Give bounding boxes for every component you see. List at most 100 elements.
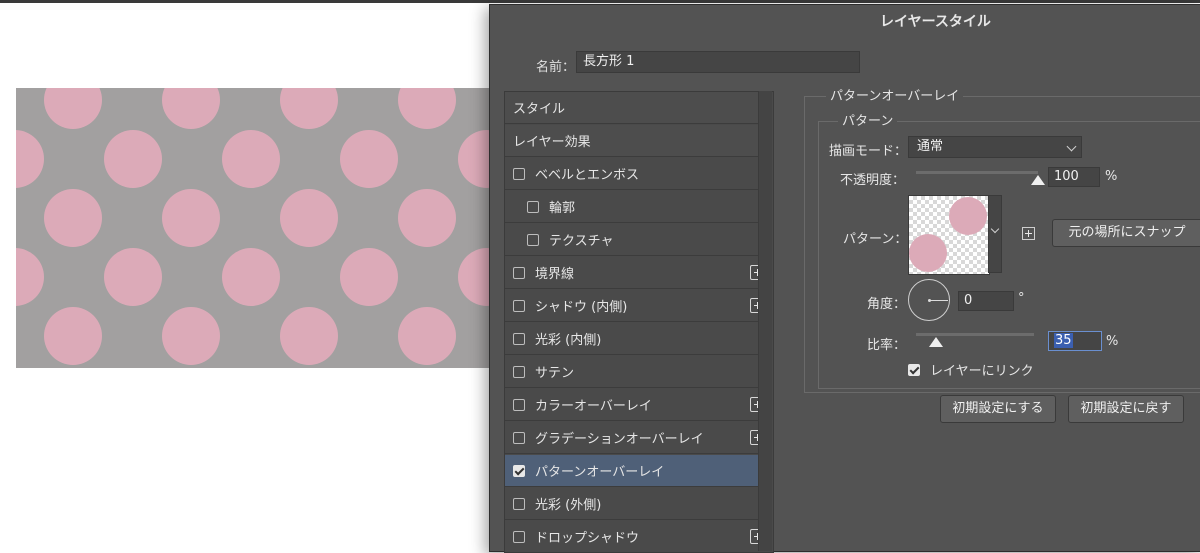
style-list-item-label: ベベルとエンボス: [535, 168, 640, 183]
link-with-layer-checkbox[interactable]: レイヤーにリンク: [908, 360, 1034, 379]
blend-mode-select[interactable]: 通常: [908, 136, 1082, 158]
opacity-percent-sign: %: [1105, 169, 1118, 184]
polka-dot: [398, 88, 456, 129]
pattern-swatch[interactable]: [908, 195, 990, 275]
checkbox-icon[interactable]: [513, 365, 525, 378]
style-list-item[interactable]: 境界線: [505, 257, 771, 289]
checkbox-icon: [908, 363, 920, 376]
style-list-item[interactable]: 光彩 (内側): [505, 323, 771, 355]
polka-dot: [104, 248, 162, 306]
layer-style-dialog: レイヤースタイル 名前： 長方形 1 スタイルレイヤー効果ベベルとエンボス輪郭テ…: [489, 4, 1200, 553]
polka-dot: [16, 248, 44, 306]
style-list-item-label: 光彩 (外側): [535, 498, 602, 513]
style-list-item[interactable]: グラデーションオーバーレイ: [505, 422, 771, 454]
opacity-slider-track[interactable]: [916, 171, 1038, 174]
style-list-item-label: 輪郭: [549, 201, 576, 216]
style-list: スタイルレイヤー効果ベベルとエンボス輪郭テクスチャ境界線シャドウ (内側) 光彩 …: [504, 91, 774, 553]
style-list-item[interactable]: サテン: [505, 356, 771, 388]
name-label: 名前：: [536, 60, 576, 75]
angle-label: 角度：: [867, 297, 907, 312]
chevron-down-icon: [990, 224, 1000, 234]
polka-dot: [162, 307, 220, 365]
style-list-item[interactable]: ベベルとエンボス: [505, 158, 771, 190]
style-list-item-label: ドロップシャドウ: [535, 531, 640, 546]
new-preset-icon[interactable]: [1022, 227, 1035, 240]
degree-sign: °: [1018, 291, 1025, 306]
style-list-item[interactable]: スタイル: [505, 92, 771, 124]
checkbox-icon[interactable]: [513, 497, 525, 510]
style-list-item[interactable]: 輪郭: [505, 191, 771, 223]
polka-dot: [162, 88, 220, 129]
chevron-down-icon: [1066, 141, 1077, 152]
checkbox-icon[interactable]: [513, 464, 525, 477]
style-list-item-label: 境界線: [535, 267, 575, 282]
polka-dot: [280, 307, 338, 365]
checkbox-icon[interactable]: [527, 200, 539, 213]
link-with-layer-label: レイヤーにリンク: [930, 364, 1034, 379]
opacity-input[interactable]: 100: [1048, 167, 1100, 187]
polka-dot: [44, 88, 102, 129]
pattern-picker-dropdown[interactable]: [988, 195, 1002, 273]
polka-dot: [340, 130, 398, 188]
style-list-item[interactable]: ドロップシャドウ: [505, 521, 771, 552]
reset-to-default-button[interactable]: 初期設定に戻す: [1068, 395, 1184, 423]
scale-input[interactable]: 35: [1048, 331, 1102, 351]
style-list-item-label: シャドウ (内側): [535, 300, 628, 315]
scale-slider-track[interactable]: [916, 333, 1034, 336]
style-list-item-label: カラーオーバーレイ: [535, 399, 652, 414]
style-list-item-label: テクスチャ: [549, 234, 614, 249]
checkbox-icon[interactable]: [513, 398, 525, 411]
angle-dial-icon[interactable]: [908, 279, 950, 321]
style-list-item[interactable]: シャドウ (内側): [505, 290, 771, 322]
checkbox-icon[interactable]: [513, 299, 525, 312]
style-list-item[interactable]: テクスチャ: [505, 224, 771, 256]
style-list-item-label: 光彩 (内側): [535, 333, 602, 348]
checkbox-icon[interactable]: [513, 530, 525, 543]
polka-dot: [398, 307, 456, 365]
polka-dot: [44, 189, 102, 247]
canvas-pattern-preview: [16, 88, 496, 368]
polka-dot: [104, 130, 162, 188]
style-list-item[interactable]: パターンオーバーレイ: [505, 455, 771, 487]
polka-dot: [280, 189, 338, 247]
name-input[interactable]: 長方形 1: [576, 51, 860, 73]
pattern-overlay-title: パターンオーバーレイ: [826, 85, 964, 104]
style-list-item[interactable]: 光彩 (外側): [505, 488, 771, 520]
style-list-scrollbar[interactable]: [758, 91, 772, 551]
polka-dot: [340, 248, 398, 306]
snap-to-origin-button[interactable]: 元の場所にスナップ: [1052, 219, 1200, 247]
style-list-item[interactable]: カラーオーバーレイ: [505, 389, 771, 421]
pattern-label: パターン：: [843, 232, 908, 247]
polka-dot: [222, 130, 280, 188]
opacity-slider-thumb[interactable]: [1031, 175, 1045, 185]
polka-dot: [222, 248, 280, 306]
swatch-dot: [909, 234, 947, 272]
opacity-label: 不透明度：: [840, 173, 906, 188]
style-list-item-label: パターンオーバーレイ: [535, 465, 665, 480]
top-window-strip: [0, 0, 1200, 3]
blend-mode-label: 描画モード：: [829, 144, 908, 159]
angle-input[interactable]: 0: [958, 291, 1014, 311]
checkbox-icon[interactable]: [513, 167, 525, 180]
style-list-item[interactable]: レイヤー効果: [505, 125, 771, 157]
scale-slider-thumb[interactable]: [929, 337, 944, 347]
scale-percent-sign: %: [1106, 334, 1119, 349]
checkbox-icon[interactable]: [527, 233, 539, 246]
style-list-item-label: グラデーションオーバーレイ: [535, 432, 704, 447]
checkbox-icon[interactable]: [513, 431, 525, 444]
make-default-button[interactable]: 初期設定にする: [940, 395, 1056, 423]
style-list-item-label: レイヤー効果: [513, 135, 591, 150]
blend-mode-value: 通常: [917, 139, 944, 154]
checkbox-icon[interactable]: [513, 332, 525, 345]
style-list-item-label: スタイル: [513, 102, 566, 117]
polka-dot: [162, 189, 220, 247]
scale-label: 比率：: [867, 338, 907, 353]
pattern-subgroup-title: パターン: [838, 110, 898, 129]
polka-dot: [16, 130, 44, 188]
polka-dot: [398, 189, 456, 247]
dialog-title: レイヤースタイル: [880, 14, 991, 30]
style-list-item-label: サテン: [535, 366, 575, 381]
polka-dot: [280, 88, 338, 129]
polka-dot: [44, 307, 102, 365]
checkbox-icon[interactable]: [513, 266, 525, 279]
